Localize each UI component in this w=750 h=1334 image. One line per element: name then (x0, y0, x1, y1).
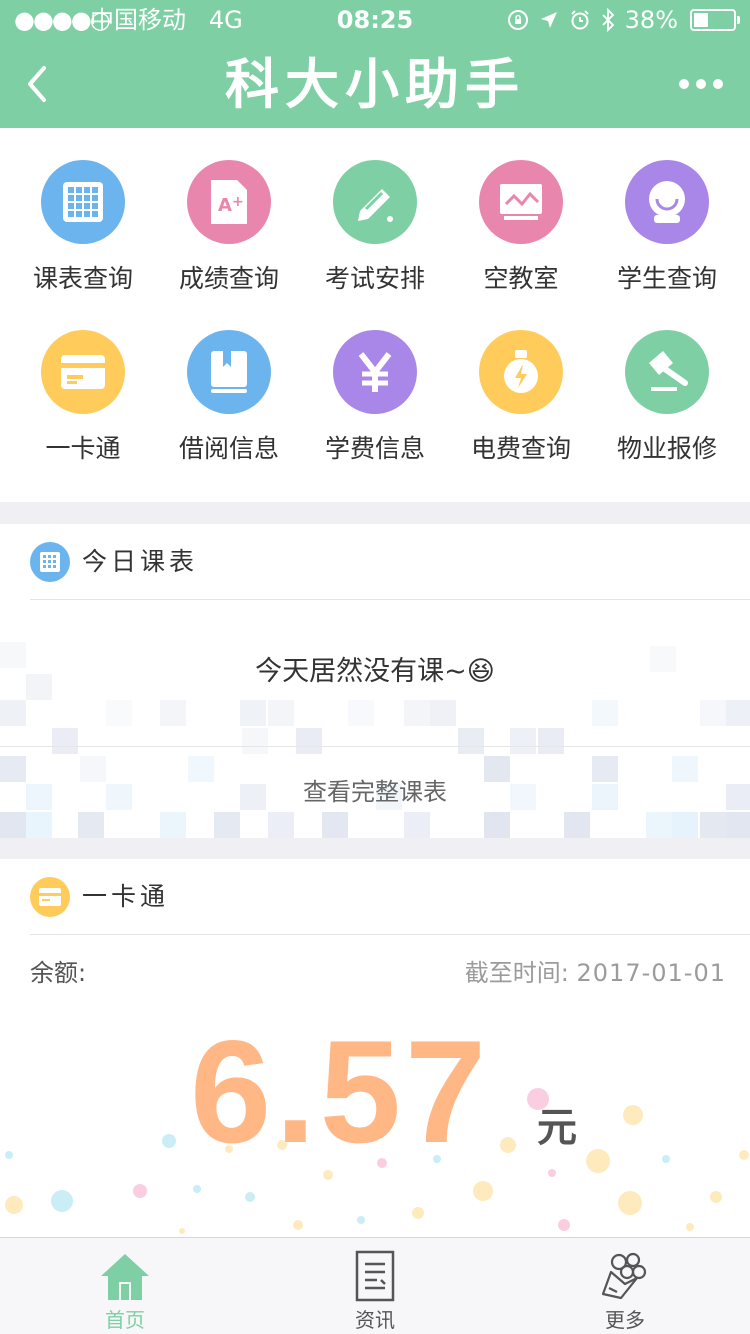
feature-label: 考试安排 (324, 264, 425, 293)
card-icon (30, 877, 70, 917)
feature-label: 课表查询 (32, 264, 133, 293)
feature-label: 空教室 (483, 264, 559, 293)
timetable-header: 今日课表 (0, 524, 750, 600)
feature-timetable-query[interactable]: 课表查询 (10, 128, 156, 298)
section-separator (0, 502, 750, 524)
home-icon (101, 1254, 149, 1300)
pencil-icon (333, 160, 417, 244)
svg-text:+: + (232, 194, 244, 210)
tab-label: 更多 (605, 1308, 645, 1332)
feature-label: 成绩查询 (178, 264, 279, 293)
feature-label: 学费信息 (324, 434, 425, 463)
bluetooth-icon (602, 8, 614, 32)
calendar-grid-icon (41, 160, 125, 244)
hammer-icon (625, 330, 709, 414)
view-full-timetable-link[interactable]: 查看完整课表 (0, 772, 750, 812)
lightbulb-icon (479, 330, 563, 414)
campus-card-title: 一卡通 (82, 882, 170, 911)
feature-student-query[interactable]: 学生查询 (594, 128, 740, 298)
feature-label: 借阅信息 (178, 434, 279, 463)
yuan-icon (333, 330, 417, 414)
section-separator (0, 838, 750, 860)
divider (0, 746, 750, 747)
feature-borrow-info[interactable]: 借阅信息 (156, 298, 302, 468)
book-icon (187, 330, 271, 414)
feature-tuition-info[interactable]: 学费信息 (302, 298, 448, 468)
as-of-time: 截至时间: 2017-01-01 (465, 955, 726, 991)
balance-amount: 6.57 (190, 1010, 491, 1173)
status-right: 38% (507, 0, 740, 40)
as-of-date: 2017-01-01 (576, 959, 726, 987)
tab-bar: 首页 资讯 更多 (0, 1237, 750, 1334)
feature-grade-query[interactable]: A + 成绩查询 (156, 128, 302, 298)
feature-exam-schedule[interactable]: 考试安排 (302, 128, 448, 298)
feature-grid: 课表查询 A + 成绩查询 考试安排 空教室 学生查询 一卡通 借阅信息 学费信… (0, 128, 750, 502)
timetable-title: 今日课表 (82, 547, 199, 576)
page-title: 科大小助手 (225, 52, 525, 116)
student-avatar-icon (625, 160, 709, 244)
nav-bar: 科大小助手 (0, 40, 750, 128)
grade-document-icon: A + (187, 160, 271, 244)
feature-label: 电费查询 (470, 434, 571, 463)
timetable-body: 今天居然没有课~😆 查看完整课表 (0, 600, 750, 838)
location-arrow-icon (540, 12, 557, 28)
feature-electricity-query[interactable]: 电费查询 (448, 298, 594, 468)
feature-label: 物业报修 (616, 434, 717, 463)
rotation-lock-icon (507, 10, 528, 30)
tab-more[interactable]: 更多 (500, 1238, 750, 1334)
alarm-icon (570, 10, 589, 30)
top-bar: ●●●●○ 中国移动 4G 08:25 38% 科大小助手 (0, 0, 750, 128)
feature-label: 学生查询 (616, 264, 717, 293)
battery-icon (690, 9, 740, 31)
tab-label: 资讯 (355, 1308, 395, 1332)
svg-text:A: A (218, 195, 232, 216)
battery-percent: 38% (624, 6, 678, 34)
card-icon (41, 330, 125, 414)
news-document-icon (355, 1250, 395, 1302)
balance-unit: 元 (537, 1105, 577, 1151)
campus-card-header: 一卡通 (0, 859, 750, 935)
as-of-label: 截至时间: (464, 959, 569, 987)
tab-label: 首页 (105, 1308, 145, 1332)
campus-card-body: 余额: 截至时间: 2017-01-01 6.57 元 (0, 935, 750, 1237)
no-class-message: 今天居然没有课~😆 (255, 656, 495, 687)
feature-label: 一卡通 (45, 434, 121, 463)
status-bar: ●●●●○ 中国移动 4G 08:25 38% (0, 0, 750, 40)
tab-news[interactable]: 资讯 (250, 1238, 500, 1334)
feature-empty-classroom[interactable]: 空教室 (448, 128, 594, 298)
balance-label: 余额: (30, 959, 87, 987)
feature-campus-card[interactable]: 一卡通 (10, 298, 156, 468)
bouquet-icon (601, 1252, 647, 1300)
tab-home[interactable]: 首页 (0, 1238, 250, 1334)
feature-property-repair[interactable]: 物业报修 (594, 298, 740, 468)
battery-fill (694, 13, 708, 27)
blackboard-icon (479, 160, 563, 244)
more-dots-icon[interactable] (678, 74, 724, 94)
calendar-grid-icon (30, 542, 70, 582)
